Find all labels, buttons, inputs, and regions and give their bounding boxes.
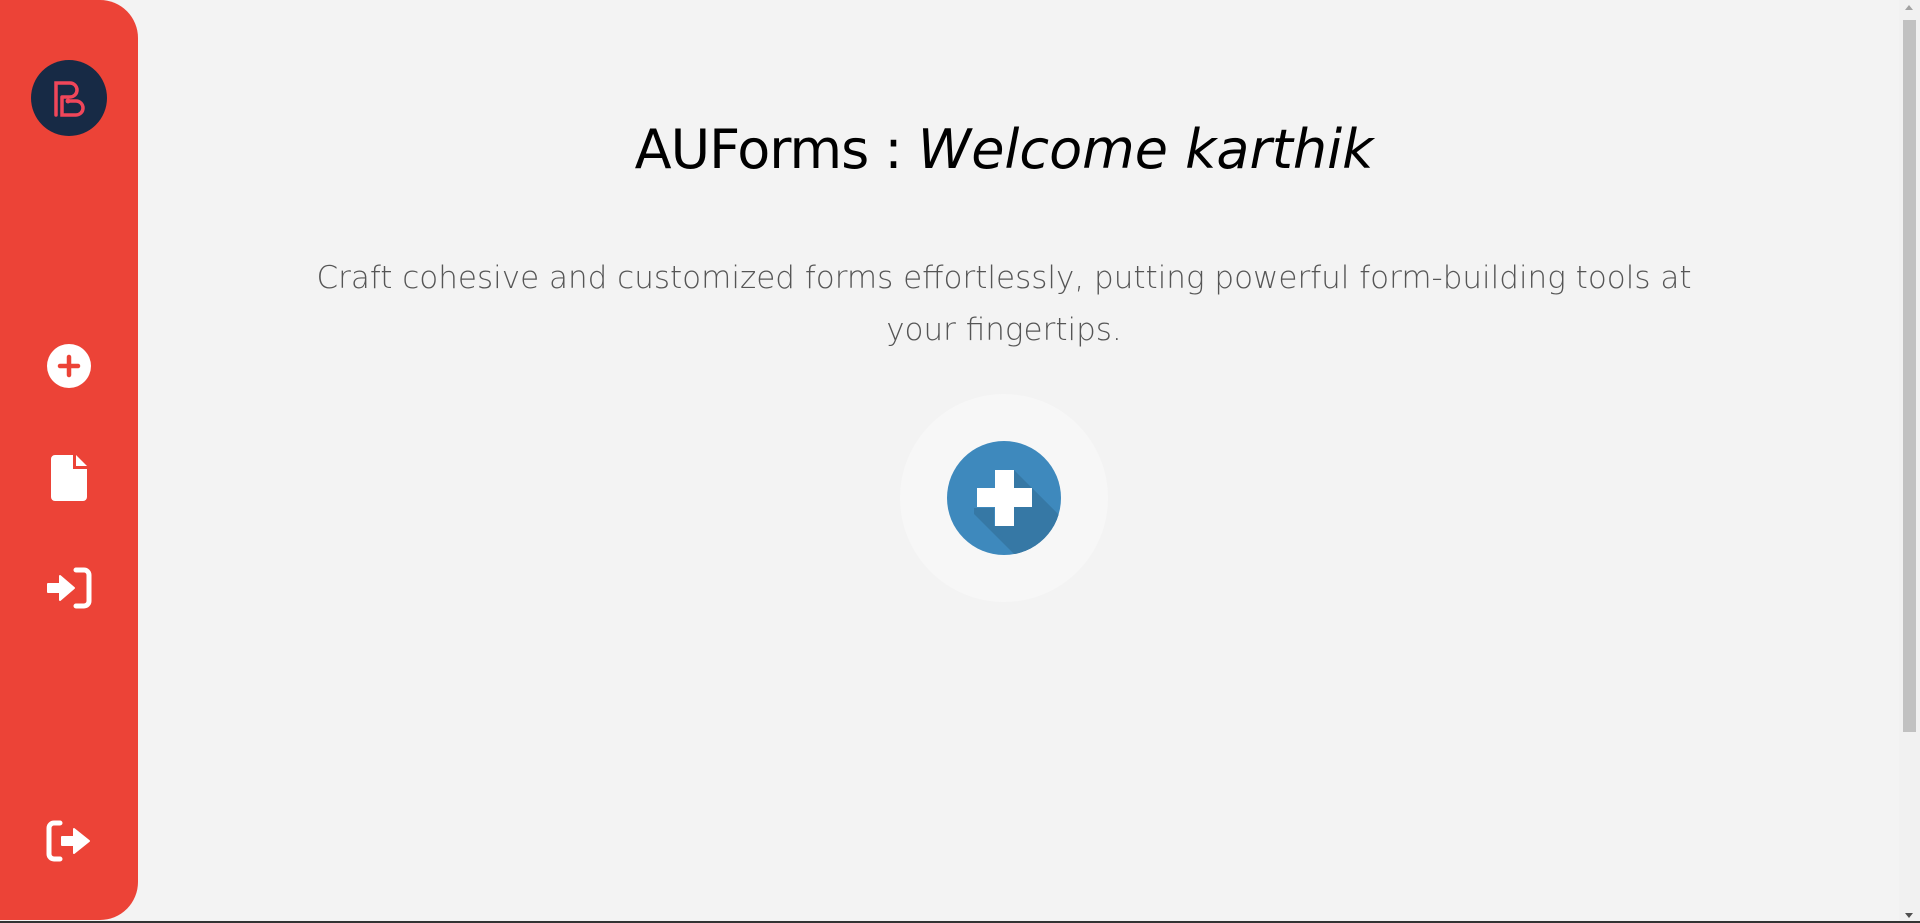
file-icon xyxy=(51,455,87,501)
plus-circle-icon xyxy=(947,441,1061,555)
brand-name: AUForms xyxy=(634,118,870,181)
page-subtitle: Craft cohesive and customized forms effo… xyxy=(316,260,1692,348)
sign-in-icon xyxy=(47,567,92,609)
scroll-up-icon[interactable] xyxy=(1905,5,1913,10)
logout-nav[interactable] xyxy=(44,816,94,866)
login-nav[interactable] xyxy=(44,563,94,613)
page-title: AUForms : Welcome karthik xyxy=(404,118,1604,181)
scrollbar-thumb[interactable] xyxy=(1903,20,1916,732)
title-separator: : xyxy=(868,118,918,181)
plus-circle-icon xyxy=(47,344,91,388)
b-logo-icon xyxy=(54,81,85,117)
welcome-text: Welcome karthik xyxy=(917,118,1374,181)
forms-nav[interactable] xyxy=(44,453,94,503)
create-form-button[interactable] xyxy=(900,394,1108,602)
create-form-nav[interactable] xyxy=(44,341,94,391)
scroll-down-icon[interactable] xyxy=(1905,913,1913,918)
logo[interactable] xyxy=(31,60,107,136)
sidebar xyxy=(0,0,138,920)
sign-out-icon xyxy=(46,820,90,862)
scrollbar[interactable] xyxy=(1899,0,1920,923)
